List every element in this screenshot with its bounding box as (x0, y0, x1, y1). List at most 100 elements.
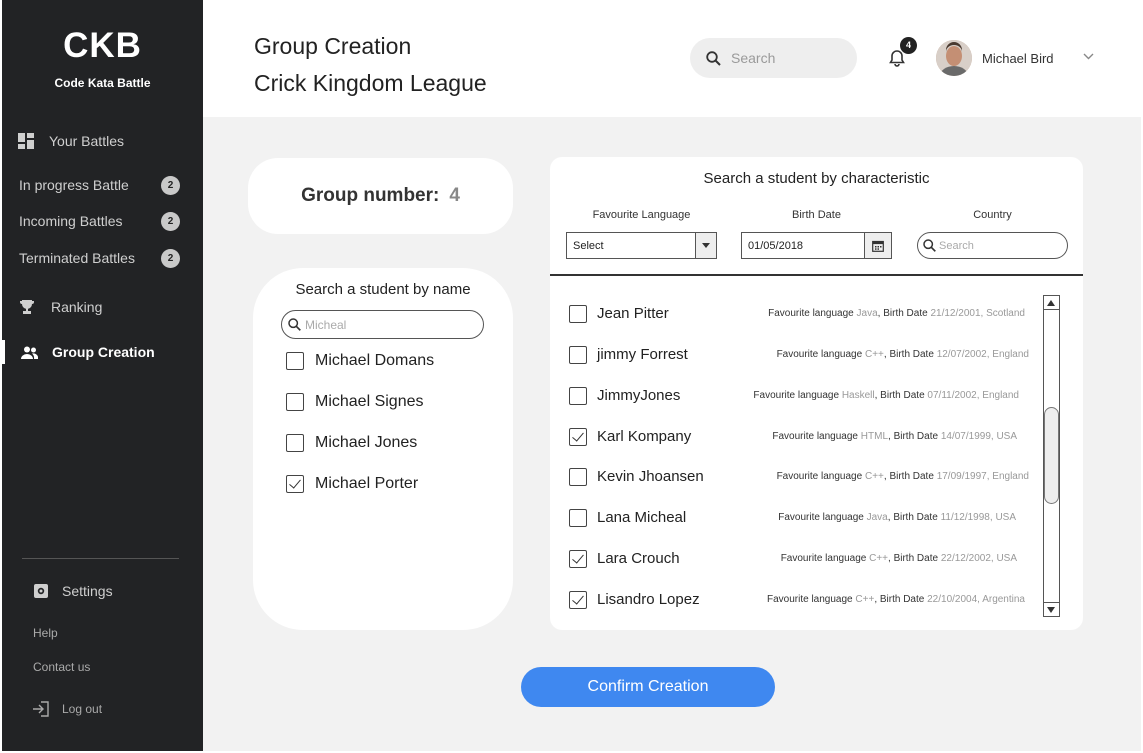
student-info: Favourite language Java, Birth Date 21/1… (768, 308, 1025, 319)
birth-date-prefix: Birth Date (889, 349, 934, 360)
sidebar: CKB Code Kata Battle Your Battles In pro… (2, 0, 203, 751)
country-search-placeholder: Search (939, 239, 974, 252)
checkbox[interactable] (286, 434, 304, 452)
sidebar-item-label: Ranking (51, 299, 103, 315)
sidebar-item-label: Settings (62, 583, 113, 599)
list-item[interactable]: Michael Jones (286, 434, 417, 452)
logout-label: Log out (62, 702, 103, 716)
checkbox[interactable] (569, 509, 587, 527)
country-value: USA (995, 512, 1016, 523)
student-row[interactable]: Kevin Jhoansen Favourite language C++, Bi… (569, 467, 1049, 489)
country-search-input[interactable]: Search (917, 232, 1068, 259)
name-search-card: Search a student by name Micheal Michael… (253, 268, 513, 630)
scrollbar-thumb[interactable] (1044, 407, 1059, 504)
scrollbar[interactable] (1043, 295, 1060, 617)
checkbox[interactable] (286, 352, 304, 370)
language-select[interactable]: Select (566, 232, 717, 259)
contact-link[interactable]: Contact us (33, 660, 90, 674)
scroll-up-arrow-icon[interactable] (1044, 296, 1059, 310)
student-info: Favourite language C++, Birth Date 22/10… (767, 594, 1025, 605)
student-row[interactable]: Jean Pitter Favourite language Java, Birt… (569, 304, 1049, 326)
sidebar-item-ranking[interactable]: Ranking (19, 299, 203, 315)
name-search-input[interactable]: Micheal (281, 310, 484, 339)
sidebar-item-in-progress[interactable]: In progress Battle 2 (19, 175, 220, 195)
birth-date-value: 11/12/1998, (940, 512, 993, 523)
student-info: Favourite language C++, Birth Date 22/12… (780, 553, 1017, 564)
calendar-icon[interactable] (864, 233, 891, 258)
name-search-value: Micheal (305, 317, 347, 332)
language-prefix: Favourite language (776, 349, 863, 360)
student-row[interactable]: Lisandro Lopez Favourite language C++, Bi… (569, 590, 1049, 612)
birth-date-prefix: Birth Date (883, 308, 928, 319)
dropdown-arrow-icon[interactable] (695, 233, 716, 258)
checkbox[interactable] (569, 468, 587, 486)
logout-button[interactable]: Log out (32, 701, 203, 717)
characteristic-search-card: Search a student by characteristic Favou… (550, 157, 1083, 630)
scroll-down-arrow-icon[interactable] (1044, 602, 1059, 616)
student-row[interactable]: Karl Kompany Favourite language HTML, Bir… (569, 427, 1049, 449)
sidebar-item-terminated[interactable]: Terminated Battles 2 (19, 248, 220, 268)
student-row[interactable]: JimmyJones Favourite language Haskell, Bi… (569, 386, 1049, 408)
avatar[interactable] (936, 40, 972, 76)
checkbox[interactable] (569, 428, 587, 446)
settings-icon (34, 584, 48, 598)
language-value: C++ (864, 349, 884, 360)
language-select-value: Select (573, 240, 604, 252)
sidebar-item-your-battles[interactable]: Your Battles (18, 133, 203, 149)
confirm-creation-button[interactable]: Confirm Creation (521, 667, 775, 707)
name-search-title: Search a student by name (295, 281, 471, 298)
student-row[interactable]: Lara Crouch Favourite language C++, Birth… (569, 549, 1049, 571)
birth-date-value: 01/05/2018 (748, 240, 804, 252)
user-name[interactable]: Michael Bird (982, 51, 1054, 66)
checkbox[interactable] (569, 591, 587, 609)
student-row[interactable]: jimmy Forrest Favourite language C++, Bir… (569, 345, 1049, 367)
chevron-down-icon[interactable] (1083, 53, 1094, 60)
student-name: Michael Jones (315, 434, 418, 451)
main-content: Group number: 4 Search a student by name… (203, 117, 1141, 751)
language-prefix: Favourite language (768, 308, 854, 319)
active-indicator (2, 340, 5, 364)
checkbox[interactable] (569, 305, 587, 323)
birth-date-prefix: Birth Date (893, 553, 939, 564)
count-badge: 2 (161, 175, 180, 195)
sidebar-item-group-creation[interactable]: Group Creation (21, 344, 203, 360)
student-info: Favourite language Haskell, Birth Date 0… (753, 390, 1019, 401)
student-name: Jean Pitter (597, 305, 669, 322)
header: Group Creation Crick Kingdom League Sear… (203, 0, 1141, 117)
page-subtitle: Crick Kingdom League (254, 70, 487, 96)
sidebar-item-incoming[interactable]: Incoming Battles 2 (19, 211, 220, 231)
country-value: England (992, 349, 1029, 360)
header-search-input[interactable]: Search (690, 38, 857, 78)
language-filter-label: Favourite Language (592, 209, 691, 221)
language-value: C++ (855, 594, 875, 605)
checkbox[interactable] (569, 387, 587, 405)
list-item[interactable]: Michael Signes (286, 393, 424, 411)
sidebar-item-settings[interactable]: Settings (33, 583, 203, 599)
checkbox[interactable] (286, 393, 304, 411)
checkbox[interactable] (569, 346, 587, 364)
language-prefix: Favourite language (776, 471, 863, 482)
student-row[interactable]: Lana Micheal Favourite language Java, Bir… (569, 508, 1049, 530)
country-value: Scotland (986, 308, 1025, 319)
list-item[interactable]: Michael Porter (286, 475, 418, 493)
birth-date-prefix: Birth Date (893, 512, 938, 523)
language-prefix: Favourite language (767, 594, 853, 605)
group-number-label: Group number: (301, 185, 440, 206)
student-info: Favourite language C++, Birth Date 12/07… (776, 349, 1029, 360)
student-name: JimmyJones (597, 387, 681, 404)
checkbox[interactable] (569, 550, 587, 568)
country-value: England (992, 471, 1029, 482)
app-logo: CKB (63, 26, 142, 65)
search-icon (923, 239, 936, 252)
dashboard-icon (18, 133, 34, 149)
country-value: USA (996, 431, 1017, 442)
sidebar-item-label: Terminated Battles (19, 250, 135, 266)
country-value: USA (996, 553, 1017, 564)
filter-divider (550, 274, 1083, 276)
student-name: Kevin Jhoansen (597, 468, 704, 485)
birth-date-input[interactable]: 01/05/2018 (741, 232, 892, 259)
language-value: Haskell (841, 390, 875, 401)
help-link[interactable]: Help (33, 626, 58, 640)
checkbox[interactable] (286, 475, 304, 493)
list-item[interactable]: Michael Domans (286, 352, 434, 370)
